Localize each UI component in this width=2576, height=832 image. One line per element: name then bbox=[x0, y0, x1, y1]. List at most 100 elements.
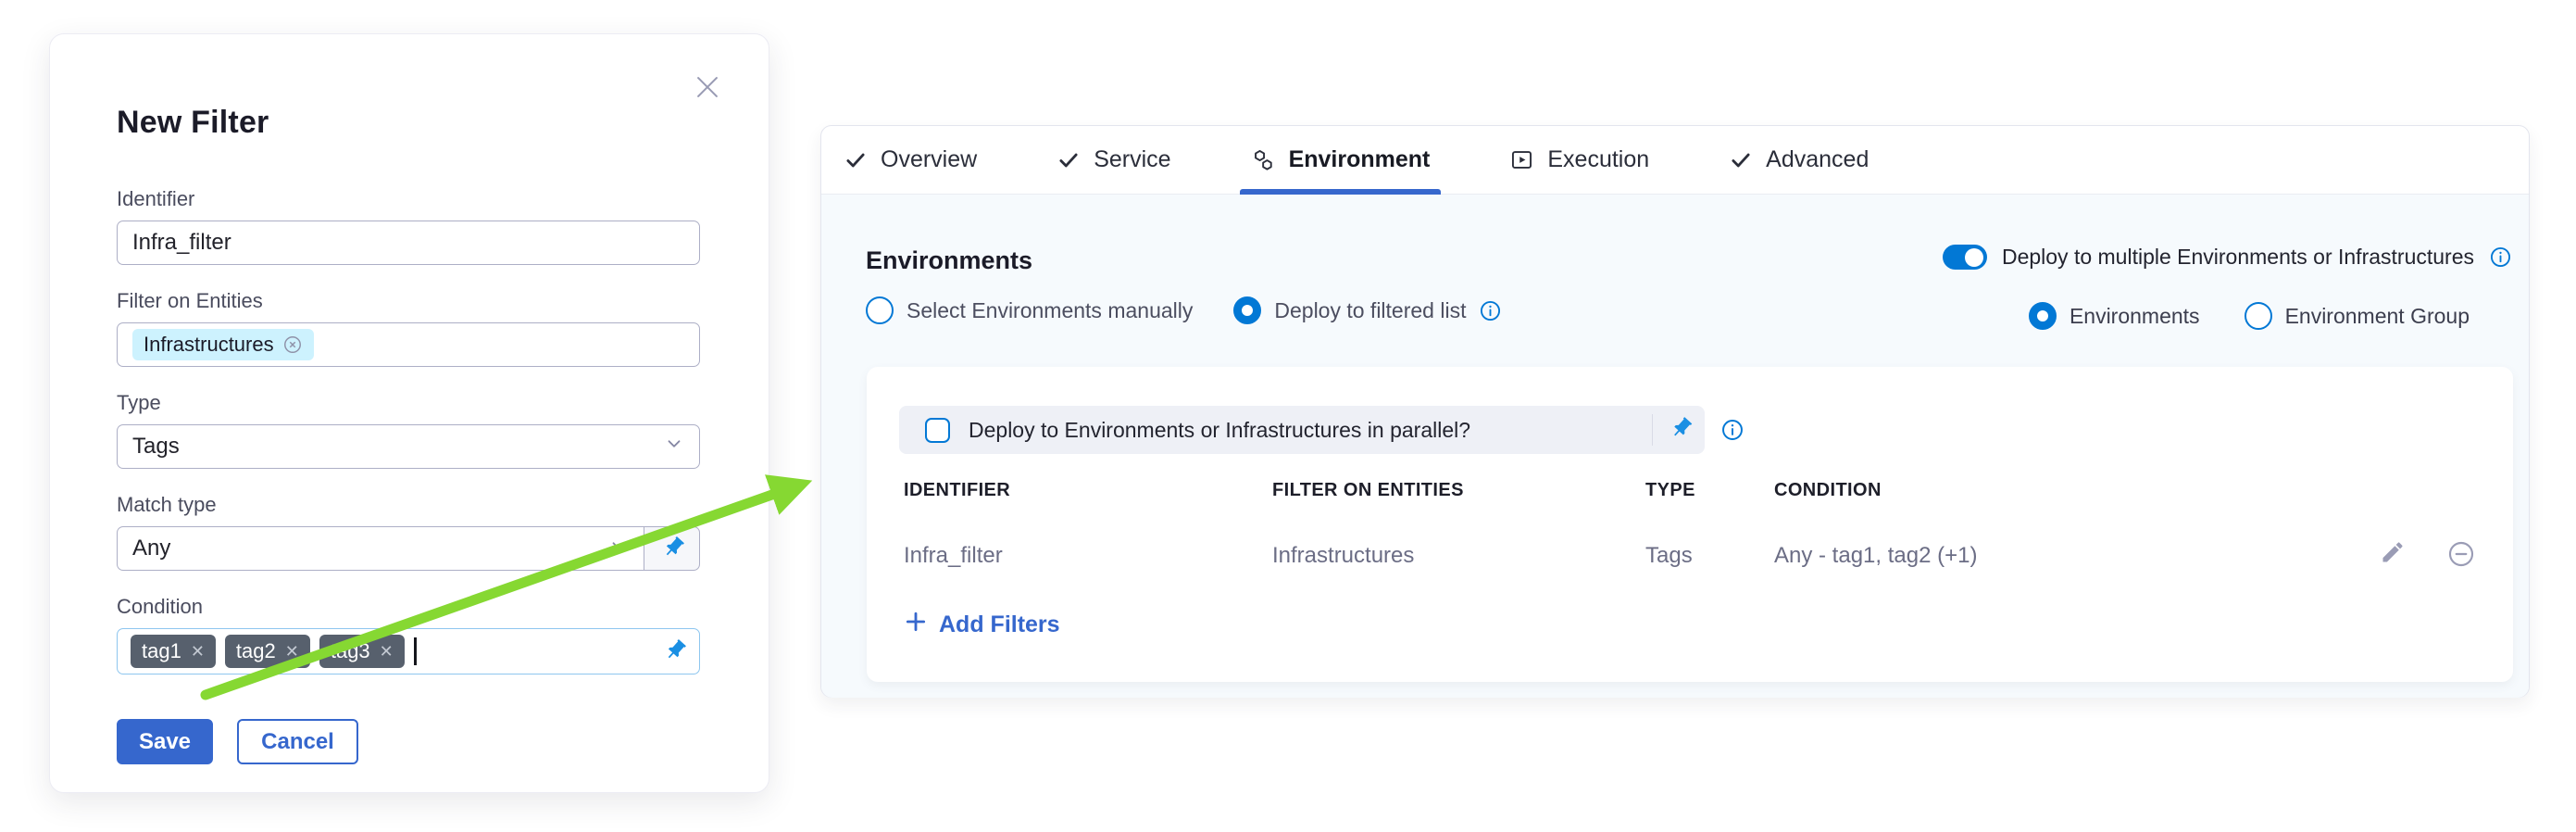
check-icon bbox=[1729, 148, 1753, 172]
filter-on-entities-group: Filter on Entities Infrastructures bbox=[117, 289, 700, 367]
radio-label: Environments bbox=[2070, 304, 2200, 329]
parallel-option-bar: Deploy to Environments or Infrastructure… bbox=[899, 406, 1705, 454]
condition-chip-label: tag3 bbox=[331, 639, 370, 663]
condition-tags-input[interactable]: tag1 ✕ tag2 ✕ tag3 ✕ bbox=[117, 628, 700, 674]
match-type-select[interactable]: Any bbox=[117, 526, 644, 571]
divider bbox=[1652, 414, 1653, 446]
table-row: Infra_filter Infrastructures Tags Any - … bbox=[867, 543, 2513, 571]
multi-env-toggle-row: Deploy to multiple Environments or Infra… bbox=[1943, 245, 2512, 270]
info-icon[interactable] bbox=[2489, 246, 2512, 269]
identifier-label: Identifier bbox=[117, 187, 700, 211]
cell-identifier: Infra_filter bbox=[904, 543, 1003, 569]
identifier-value: Infra_filter bbox=[132, 230, 231, 256]
radio-select-environments-manually[interactable]: Select Environments manually bbox=[866, 296, 1193, 324]
text-caret bbox=[414, 637, 417, 665]
match-type-label: Match type bbox=[117, 493, 700, 517]
filters-table-header: IDENTIFIER FILTER ON ENTITIES TYPE CONDI… bbox=[867, 480, 2513, 504]
edit-filter-button[interactable] bbox=[2380, 539, 2406, 568]
info-icon[interactable] bbox=[1479, 299, 1502, 322]
tab-environment[interactable]: Environment bbox=[1251, 126, 1431, 195]
toggle-knob bbox=[1965, 248, 1983, 267]
tab-advanced[interactable]: Advanced bbox=[1729, 126, 1869, 195]
plus-icon bbox=[904, 610, 928, 640]
environments-heading: Environments bbox=[866, 246, 1032, 275]
match-type-group: Match type Any bbox=[117, 493, 700, 571]
pin-icon[interactable] bbox=[1661, 410, 1699, 448]
chevron-down-icon bbox=[664, 434, 684, 460]
condition-chip: tag1 ✕ bbox=[131, 635, 216, 668]
filters-card: Deploy to Environments or Infrastructure… bbox=[867, 367, 2513, 682]
filter-on-entities-input[interactable]: Infrastructures bbox=[117, 322, 700, 367]
radio-label: Select Environments manually bbox=[907, 298, 1193, 323]
condition-chip-label: tag2 bbox=[236, 639, 276, 663]
tab-overview[interactable]: Overview bbox=[844, 126, 977, 195]
radio-environment-group[interactable]: Environment Group bbox=[2245, 302, 2470, 330]
cancel-button[interactable]: Cancel bbox=[237, 719, 358, 764]
tab-label: Execution bbox=[1547, 146, 1649, 173]
tab-label: Environment bbox=[1289, 146, 1431, 173]
execution-icon bbox=[1509, 147, 1534, 172]
parallel-checkbox[interactable] bbox=[925, 418, 950, 443]
radio-icon bbox=[866, 296, 894, 324]
save-button[interactable]: Save bbox=[117, 719, 213, 764]
radio-icon bbox=[2029, 302, 2057, 330]
column-header: TYPE bbox=[1645, 480, 1695, 501]
column-header: CONDITION bbox=[1774, 480, 1882, 501]
radio-label: Deploy to filtered list bbox=[1274, 298, 1466, 323]
identifier-group: Identifier Infra_filter bbox=[117, 187, 700, 265]
modal-title: New Filter bbox=[117, 105, 700, 141]
type-select-value: Tags bbox=[132, 434, 180, 460]
pin-icon[interactable] bbox=[656, 633, 693, 670]
chip-remove-icon[interactable]: ✕ bbox=[380, 643, 394, 660]
pin-icon bbox=[653, 530, 690, 567]
radio-deploy-to-filtered-list[interactable]: Deploy to filtered list bbox=[1233, 296, 1502, 324]
page: New Filter Identifier Infra_filter Filte… bbox=[0, 0, 2576, 832]
environment-icon bbox=[1251, 147, 1276, 172]
match-type-pin-button[interactable] bbox=[644, 526, 700, 571]
pencil-icon bbox=[2380, 554, 2406, 568]
multi-env-toggle[interactable] bbox=[1943, 245, 1987, 270]
type-group: Type Tags bbox=[117, 391, 700, 469]
filter-on-entities-label: Filter on Entities bbox=[117, 289, 700, 313]
add-filters-button[interactable]: Add Filters bbox=[904, 610, 1060, 640]
radio-label: Environment Group bbox=[2285, 304, 2470, 329]
cell-type: Tags bbox=[1645, 543, 1693, 569]
type-select[interactable]: Tags bbox=[117, 424, 700, 469]
tab-label: Service bbox=[1094, 146, 1170, 173]
entity-chip: Infrastructures bbox=[132, 329, 314, 360]
condition-chip-label: tag1 bbox=[142, 639, 181, 663]
tab-label: Overview bbox=[881, 146, 977, 173]
tab-execution[interactable]: Execution bbox=[1509, 126, 1649, 195]
radio-icon bbox=[2245, 302, 2272, 330]
environment-tab-content: Environments Select Environments manuall… bbox=[821, 195, 2529, 698]
column-header: IDENTIFIER bbox=[904, 480, 1010, 501]
identifier-input[interactable]: Infra_filter bbox=[117, 221, 700, 265]
add-filters-label: Add Filters bbox=[939, 611, 1060, 638]
info-icon[interactable] bbox=[1720, 418, 1744, 442]
chip-remove-icon[interactable] bbox=[282, 334, 303, 355]
remove-filter-button[interactable] bbox=[2446, 539, 2476, 572]
environment-mode-radios: Select Environments manually Deploy to f… bbox=[866, 296, 1502, 324]
tab-service[interactable]: Service bbox=[1057, 126, 1170, 195]
stage-config-panel: Overview Service Environment Execution bbox=[820, 125, 2530, 698]
tab-label: Advanced bbox=[1766, 146, 1869, 173]
chip-remove-icon[interactable]: ✕ bbox=[285, 643, 299, 660]
condition-chip: tag3 ✕ bbox=[319, 635, 405, 668]
parallel-label: Deploy to Environments or Infrastructure… bbox=[969, 418, 1470, 443]
modal-actions: Save Cancel bbox=[117, 719, 700, 764]
column-header: FILTER ON ENTITIES bbox=[1272, 480, 1464, 501]
minus-circle-icon bbox=[2446, 558, 2476, 572]
cell-condition: Any - tag1, tag2 (+1) bbox=[1774, 543, 1977, 569]
type-label: Type bbox=[117, 391, 700, 415]
check-icon bbox=[1057, 148, 1081, 172]
radio-environments[interactable]: Environments bbox=[2029, 302, 2200, 330]
condition-chip: tag2 ✕ bbox=[225, 635, 310, 668]
stage-tabs: Overview Service Environment Execution bbox=[821, 126, 2529, 195]
cell-filter-on-entities: Infrastructures bbox=[1272, 543, 1414, 569]
condition-group: Condition tag1 ✕ tag2 ✕ tag3 ✕ bbox=[117, 595, 700, 674]
condition-label: Condition bbox=[117, 595, 700, 619]
environment-kind-radios: Environments Environment Group bbox=[2029, 302, 2470, 330]
toggle-label: Deploy to multiple Environments or Infra… bbox=[2002, 245, 2474, 270]
chevron-down-icon bbox=[608, 536, 629, 562]
chip-remove-icon[interactable]: ✕ bbox=[191, 643, 205, 660]
